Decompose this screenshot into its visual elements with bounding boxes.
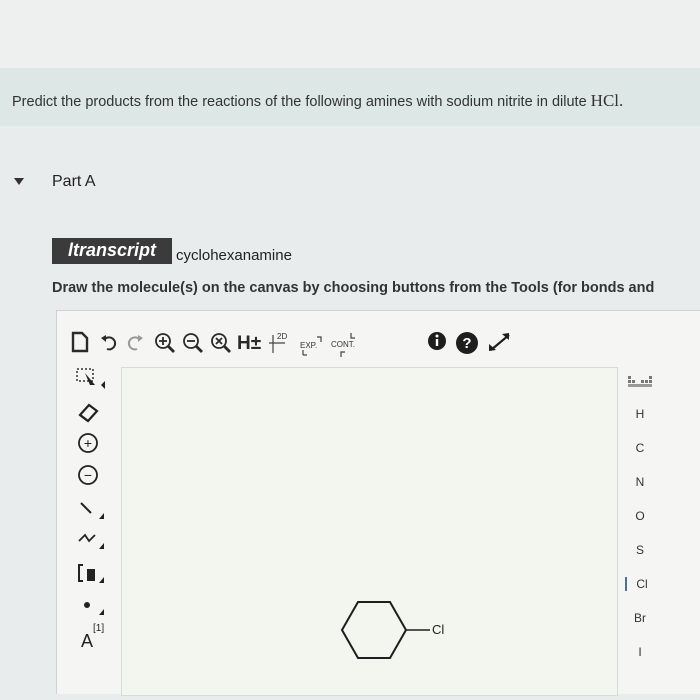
clean-2d-label: 2D xyxy=(277,332,288,341)
undo-icon xyxy=(101,335,117,351)
expand-label: EXP. xyxy=(300,341,318,350)
fullscreen-button[interactable] xyxy=(487,331,513,355)
zoom-reset-button[interactable] xyxy=(209,331,233,355)
hydrogen-toggle-button[interactable]: H± xyxy=(237,333,261,357)
radical-dot-icon xyxy=(84,602,104,615)
negative-charge-tool[interactable]: − xyxy=(75,463,107,491)
info-icon xyxy=(428,332,446,350)
zoom-out-icon xyxy=(183,333,203,353)
element-button-o[interactable]: O xyxy=(625,509,655,523)
periodic-table-button[interactable] xyxy=(625,375,655,392)
question-banner: Predict the products from the reactions … xyxy=(0,68,700,126)
part-label: Part A xyxy=(52,173,96,190)
molecule-structure xyxy=(340,601,430,659)
cyclohexane-ring xyxy=(340,601,408,659)
help-button[interactable]: ? xyxy=(455,331,479,355)
element-button-c[interactable]: C xyxy=(625,441,655,455)
plus-charge-glyph: + xyxy=(84,435,92,451)
zoom-out-button[interactable] xyxy=(181,331,205,355)
zoom-in-button[interactable] xyxy=(153,331,177,355)
question-formula: HCl. xyxy=(590,91,624,110)
chlorine-atom-label: Cl xyxy=(432,622,445,637)
eraser-icon xyxy=(78,403,99,423)
element-button-br[interactable]: Br xyxy=(625,611,655,625)
minus-charge-glyph: − xyxy=(84,467,92,483)
plus-circle-icon: + xyxy=(78,433,98,453)
element-button-i[interactable]: I xyxy=(625,645,655,659)
radical-tool[interactable] xyxy=(75,593,107,621)
single-bond-tool[interactable] xyxy=(75,497,107,525)
new-document-button[interactable] xyxy=(71,331,89,355)
question-text: Predict the products from the reactions … xyxy=(12,91,623,111)
eraser-tool[interactable] xyxy=(75,399,107,427)
svg-text:?: ? xyxy=(462,335,471,352)
chain-tool[interactable] xyxy=(75,527,107,555)
positive-charge-tool[interactable]: + xyxy=(75,431,107,459)
element-button-n[interactable]: N xyxy=(625,475,655,489)
lasso-select-icon xyxy=(76,368,105,389)
contract-button[interactable]: CONT. xyxy=(331,333,361,357)
transcript-badge[interactable]: ltranscript xyxy=(52,238,173,264)
atom-label-tool[interactable]: A [1] xyxy=(75,621,107,655)
instruction-text: Draw the molecule(s) on the canvas by ch… xyxy=(52,280,655,296)
element-button-s[interactable]: S xyxy=(625,543,655,557)
zoom-reset-icon xyxy=(211,333,231,353)
expand-arrows-icon xyxy=(489,333,510,351)
document-icon xyxy=(71,331,89,353)
element-button-h[interactable]: H xyxy=(625,407,655,421)
redo-icon xyxy=(127,335,143,351)
atom-index-glyph: [1] xyxy=(93,623,105,634)
expand-button[interactable]: EXP. xyxy=(299,335,325,359)
drawing-canvas[interactable]: Cl xyxy=(121,367,618,696)
chain-icon xyxy=(78,533,104,549)
bracket-template-icon xyxy=(78,564,104,583)
element-button-cl[interactable]: Cl xyxy=(625,577,657,591)
periodic-table-icon xyxy=(628,376,652,387)
top-band xyxy=(0,0,700,68)
atom-label-glyph: A xyxy=(81,631,94,651)
transcript-line: ltranscript cyclohexanamine xyxy=(52,238,292,264)
template-tool[interactable] xyxy=(75,561,107,589)
help-icon: ? xyxy=(456,332,478,354)
select-lasso-tool[interactable] xyxy=(75,367,107,395)
clean-2d-button[interactable]: 2D xyxy=(269,332,291,357)
minus-circle-icon: − xyxy=(78,465,98,485)
contract-label: CONT. xyxy=(331,340,355,349)
collapse-triangle-icon[interactable] xyxy=(14,178,24,185)
compound-name: cyclohexanamine xyxy=(176,247,292,264)
undo-button[interactable] xyxy=(99,331,119,355)
single-bond-icon xyxy=(80,502,104,519)
zoom-in-icon xyxy=(155,333,175,353)
question-prompt: Predict the products from the reactions … xyxy=(12,94,587,110)
editor-toolbar: H± 2D EXP. CONT. ? xyxy=(57,311,700,367)
molecule-editor: H± 2D EXP. CONT. ? + − A [1] Cl H C N O … xyxy=(56,310,700,696)
redo-button[interactable] xyxy=(125,331,145,355)
info-button[interactable] xyxy=(427,331,447,355)
